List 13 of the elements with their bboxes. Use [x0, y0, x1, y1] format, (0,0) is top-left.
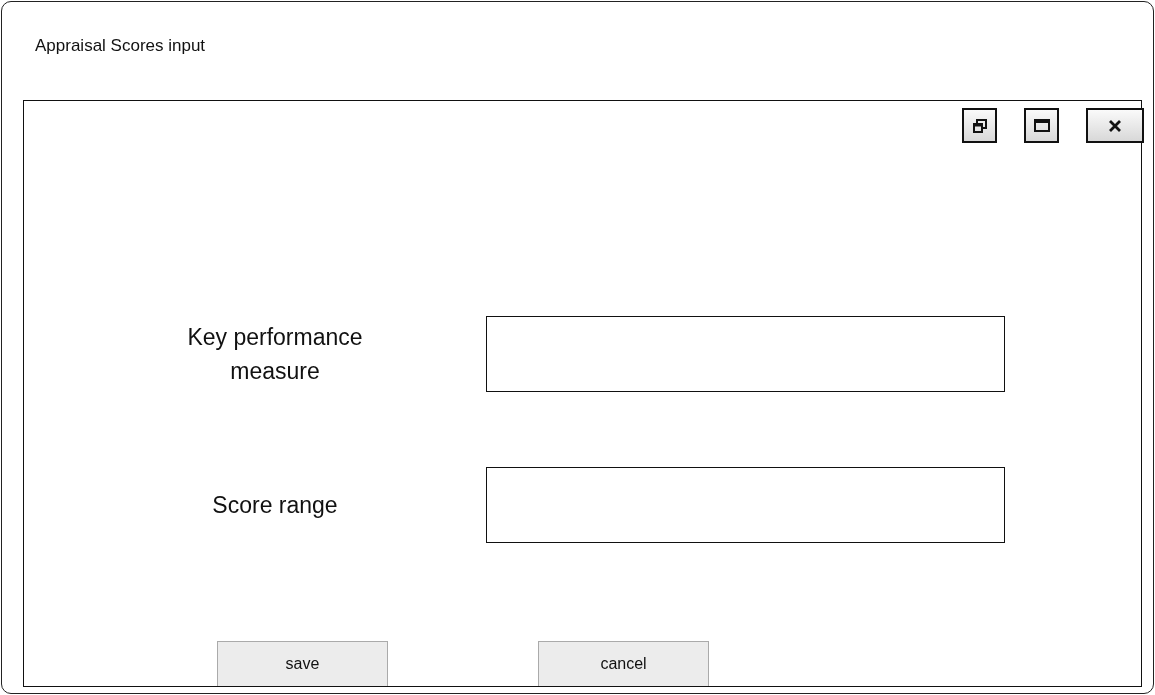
window-title: Appraisal Scores input — [35, 36, 206, 56]
input-field[interactable] — [486, 467, 1005, 543]
field-label: Score range — [211, 491, 339, 520]
input-field[interactable] — [486, 316, 1005, 392]
restore-button[interactable] — [962, 108, 997, 143]
restore-icon — [972, 118, 987, 133]
close-icon — [1109, 119, 1121, 132]
maximize-button[interactable] — [1024, 108, 1059, 143]
save-button[interactable]: save — [217, 641, 388, 686]
close-button[interactable] — [1086, 108, 1144, 143]
field-label: Key performance measure — [186, 323, 364, 386]
maximize-icon — [1033, 119, 1050, 132]
cancel-button[interactable]: cancel — [538, 641, 709, 686]
